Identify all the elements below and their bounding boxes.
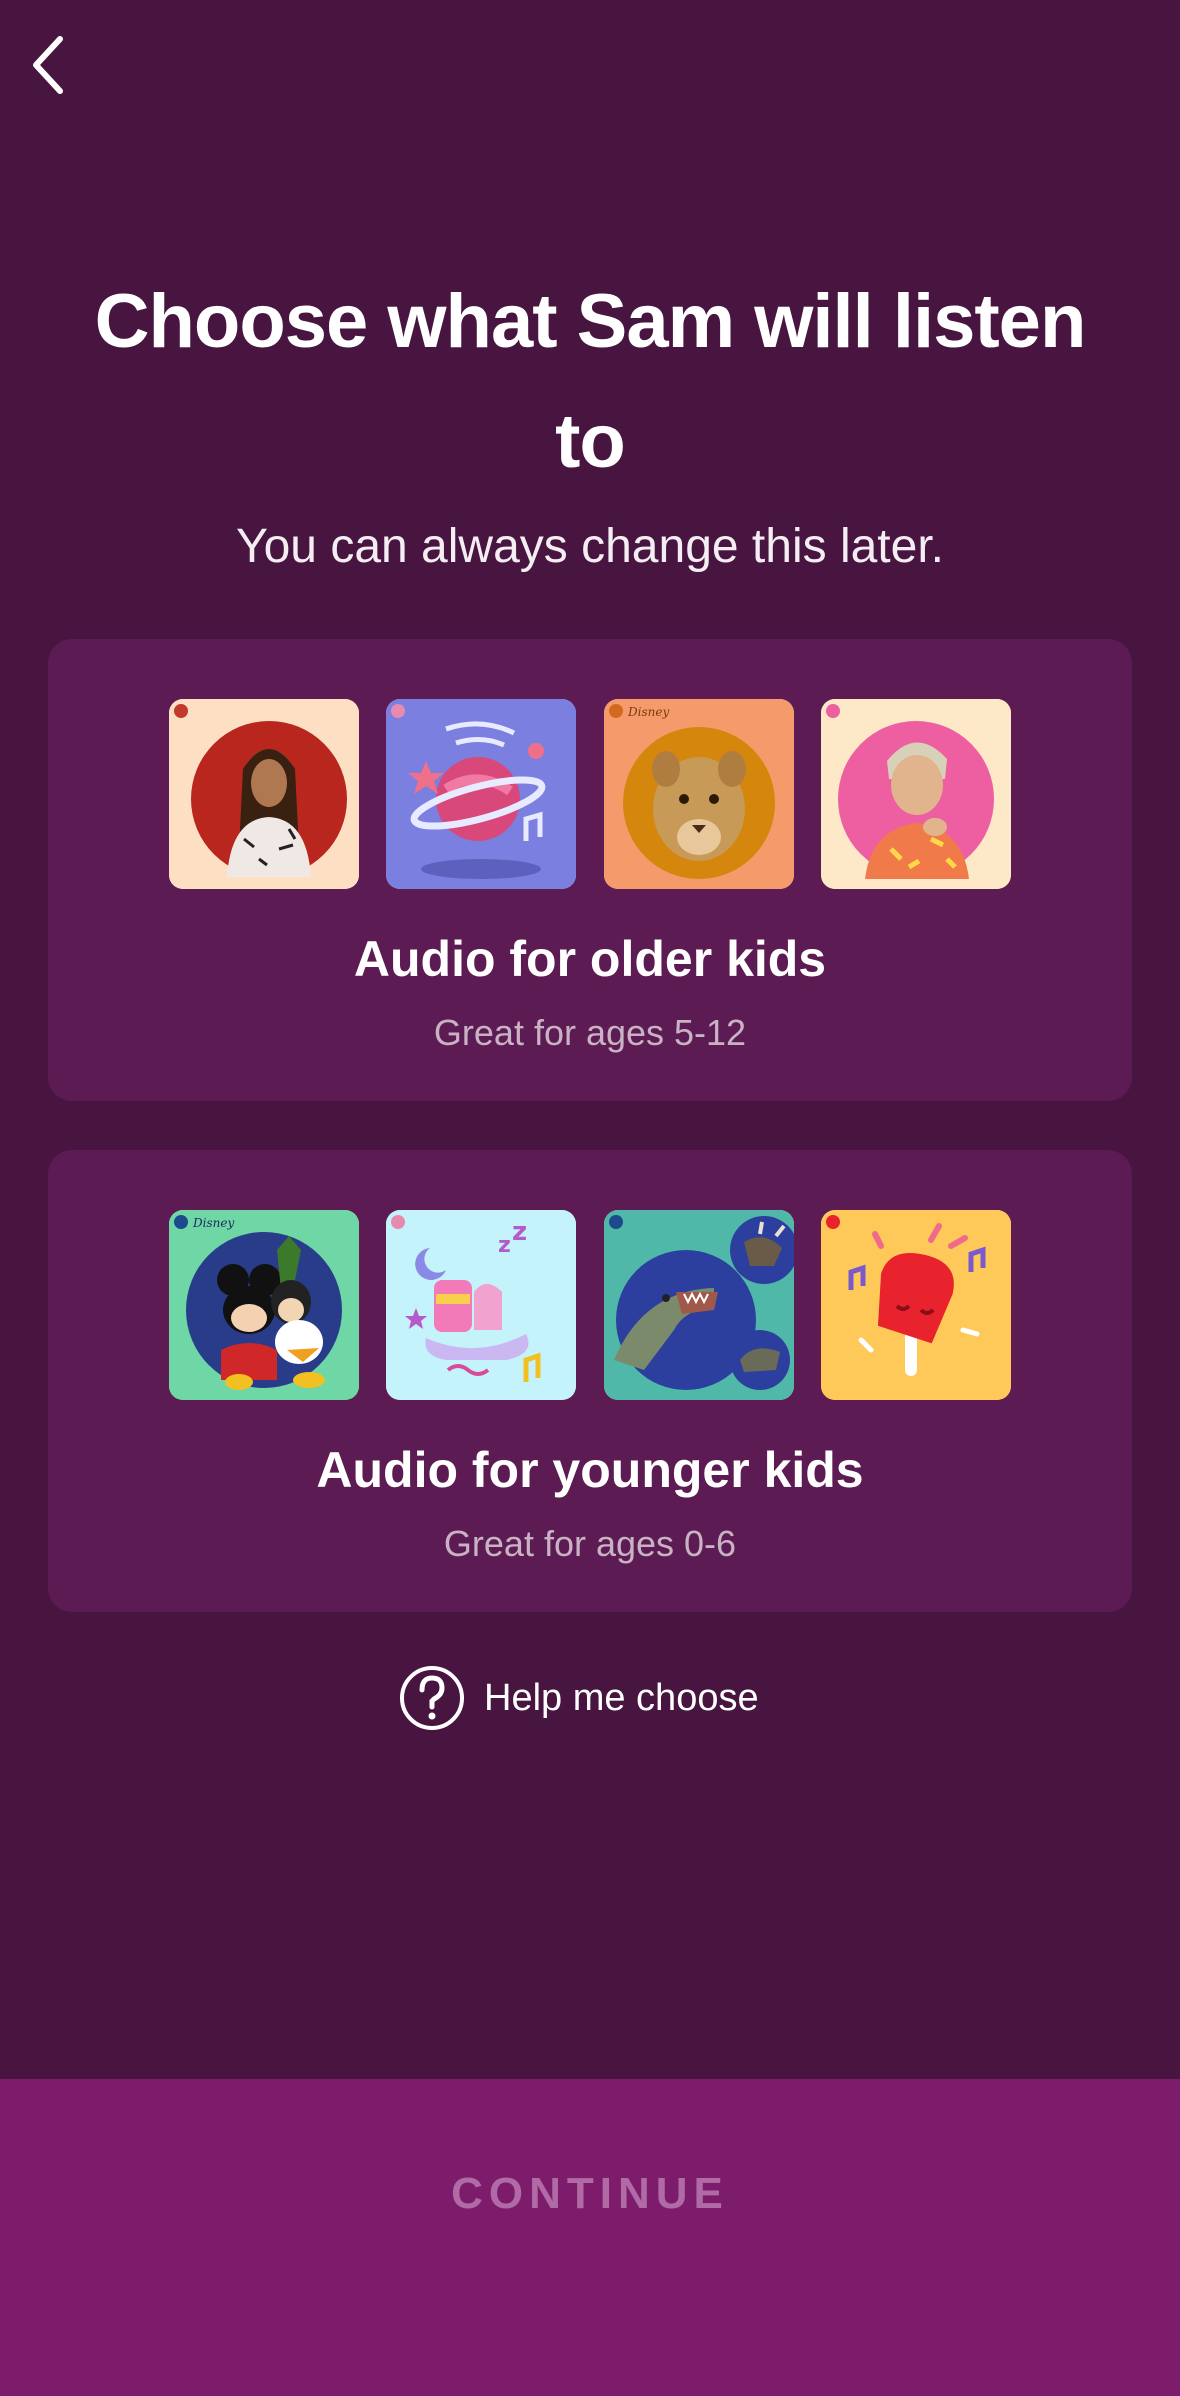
- page-subtitle: You can always change this later.: [235, 520, 945, 573]
- continue-button[interactable]: CONTINUE: [340, 2154, 840, 2234]
- option-age-range: Great for ages 5-12: [433, 1012, 747, 1053]
- option-title: Audio for younger kids: [316, 1442, 864, 1498]
- thumbnail-artist-portrait-woman: [169, 699, 359, 889]
- thumbnail-lion-cub-disney: Disney: [603, 699, 794, 889]
- footer-bar: CONTINUE: [0, 2079, 1180, 2396]
- thumbnail-planet-illustration: [386, 699, 577, 889]
- option-age-range: Great for ages 0-6: [443, 1523, 737, 1564]
- thumbnail-popsicle-illustration: [820, 1210, 1011, 1400]
- thumbnail-sleeping-bed-illustration: z z: [386, 1210, 577, 1400]
- thumbnail-dinosaurs: [603, 1210, 794, 1400]
- help-label: Help me choose: [484, 1677, 759, 1719]
- page-title: Choose what Sam will listen to: [94, 279, 1087, 484]
- option-card-younger-kids[interactable]: Disney z z Audio for younger kids Great …: [48, 1150, 1132, 1612]
- kid-content-selection-screen: Choose what Sam will listen to You can a…: [0, 0, 1180, 2396]
- option-card-older-kids[interactable]: Disney Audio for older kids Great for ag…: [48, 639, 1132, 1101]
- svg-text:z: z: [498, 1233, 511, 1258]
- svg-text:Disney: Disney: [627, 705, 669, 719]
- option-title: Audio for older kids: [353, 931, 827, 987]
- thumbnail-row: Disney z z: [169, 1210, 1011, 1400]
- help-me-choose-link[interactable]: Help me choose: [398, 1662, 759, 1734]
- thumbnail-row: Disney: [169, 699, 1011, 889]
- thumbnail-artist-portrait-man: [820, 699, 1011, 889]
- svg-text:z: z: [512, 1217, 527, 1247]
- question-circle-icon: [400, 1666, 464, 1730]
- svg-text:Disney: Disney: [192, 1216, 234, 1230]
- back-button[interactable]: [18, 30, 78, 100]
- thumbnail-disney-characters: Disney: [169, 1210, 359, 1400]
- chevron-left-icon: [33, 36, 63, 94]
